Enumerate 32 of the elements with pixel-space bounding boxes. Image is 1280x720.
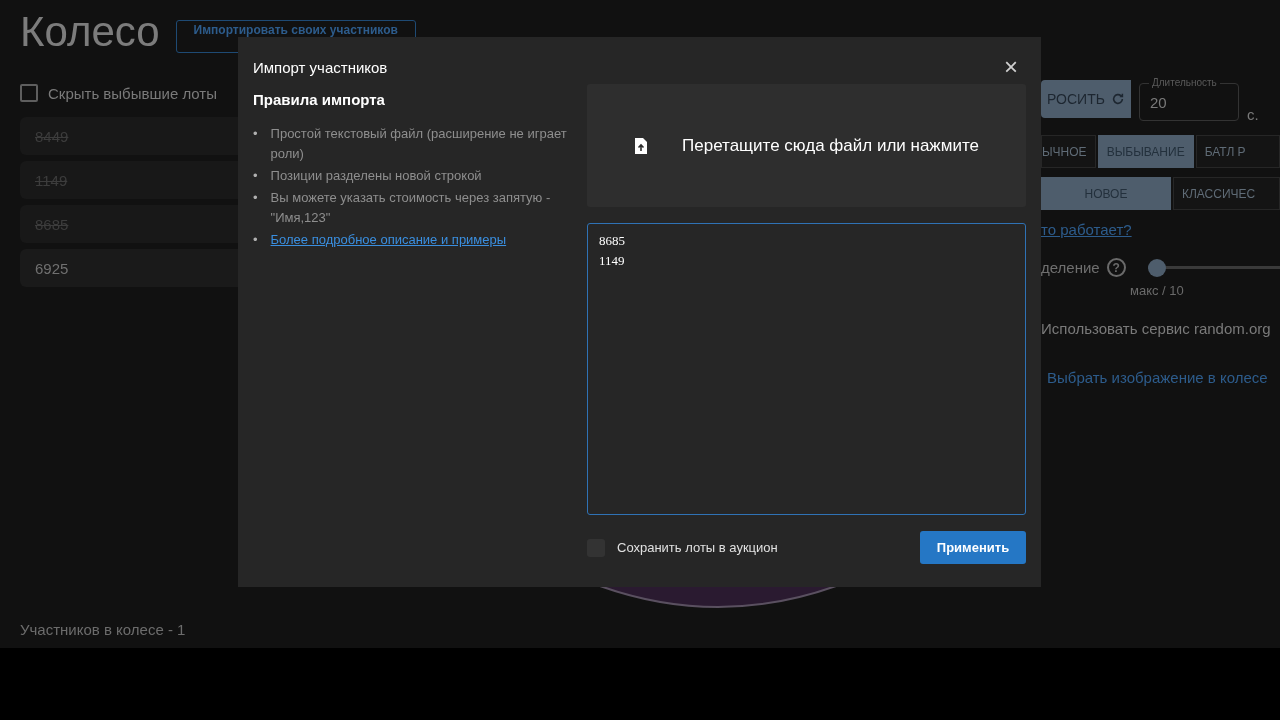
- rule-text: Простой текстовый файл (расширение не играет роли): [270, 125, 568, 163]
- bullet: •: [253, 125, 258, 143]
- unit-label: с.: [1247, 106, 1259, 123]
- bullet: •: [253, 231, 258, 249]
- mode-tab[interactable]: БАТЛ Р: [1195, 135, 1280, 168]
- split-label: деление: [1041, 259, 1100, 276]
- checkbox-label: Сохранить лоты в аукцион: [617, 540, 779, 555]
- rule-text: Позиции разделены новой строкой: [270, 167, 482, 185]
- participants-input[interactable]: 8685 1149: [587, 223, 1026, 515]
- random-org-label: Использовать сервис random.org: [1041, 320, 1272, 337]
- refresh-icon: [1110, 92, 1125, 106]
- file-dropzone[interactable]: Перетащите сюда файл или нажмите: [587, 84, 1026, 207]
- details-link[interactable]: Более подробное описание и примеры: [270, 230, 507, 250]
- page-title: Колесо: [20, 8, 160, 56]
- close-button[interactable]: ×: [996, 55, 1026, 79]
- rule-text: Вы можете указать стоимость через запятую - "Имя,123": [270, 189, 552, 227]
- help-link[interactable]: то работает?: [1041, 221, 1280, 238]
- slider-reading: макс / 10: [1130, 283, 1185, 298]
- help-icon[interactable]: ?: [1106, 258, 1126, 277]
- style-tab[interactable]: КЛАССИЧЕС: [1173, 177, 1280, 210]
- participants-count: Участников в колесе - 1: [20, 621, 187, 638]
- checkbox[interactable]: [20, 84, 38, 102]
- mode-tab[interactable]: ЫЧНОЕ: [1041, 135, 1096, 168]
- checkbox-label: Скрыть выбывшие лоты: [48, 84, 217, 102]
- file-upload-icon: [634, 136, 648, 155]
- image-link[interactable]: Выбрать изображение в колесе: [1047, 369, 1280, 386]
- reset-button[interactable]: РОСИТЬ: [1041, 80, 1131, 118]
- apply-button[interactable]: Применить: [920, 531, 1026, 564]
- rules-heading: Правила импорта: [253, 91, 386, 108]
- dialog-title: Импорт участников: [253, 58, 388, 76]
- bullet: •: [253, 189, 258, 207]
- bullet: •: [253, 167, 258, 185]
